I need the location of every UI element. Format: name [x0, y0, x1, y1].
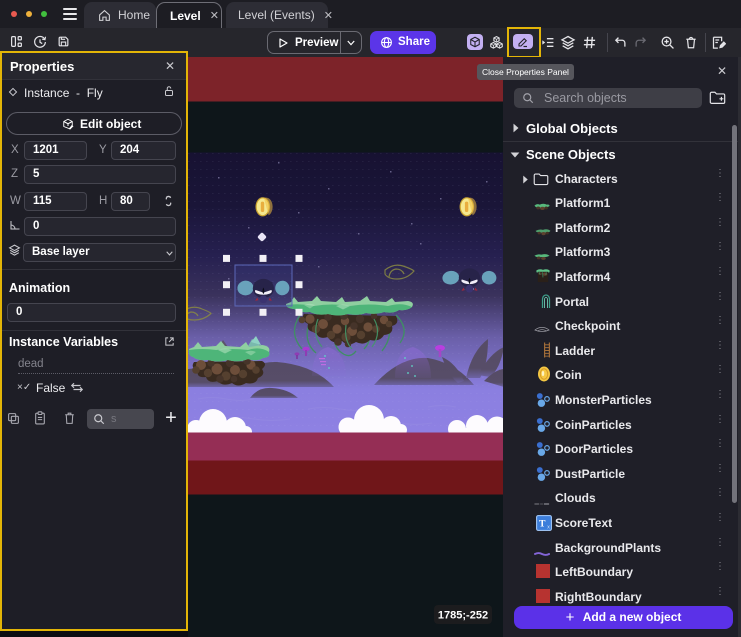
- svg-text:1785;-252: 1785;-252: [438, 610, 488, 622]
- svg-text:T: T: [539, 518, 546, 529]
- svg-text:x: x: [547, 525, 550, 531]
